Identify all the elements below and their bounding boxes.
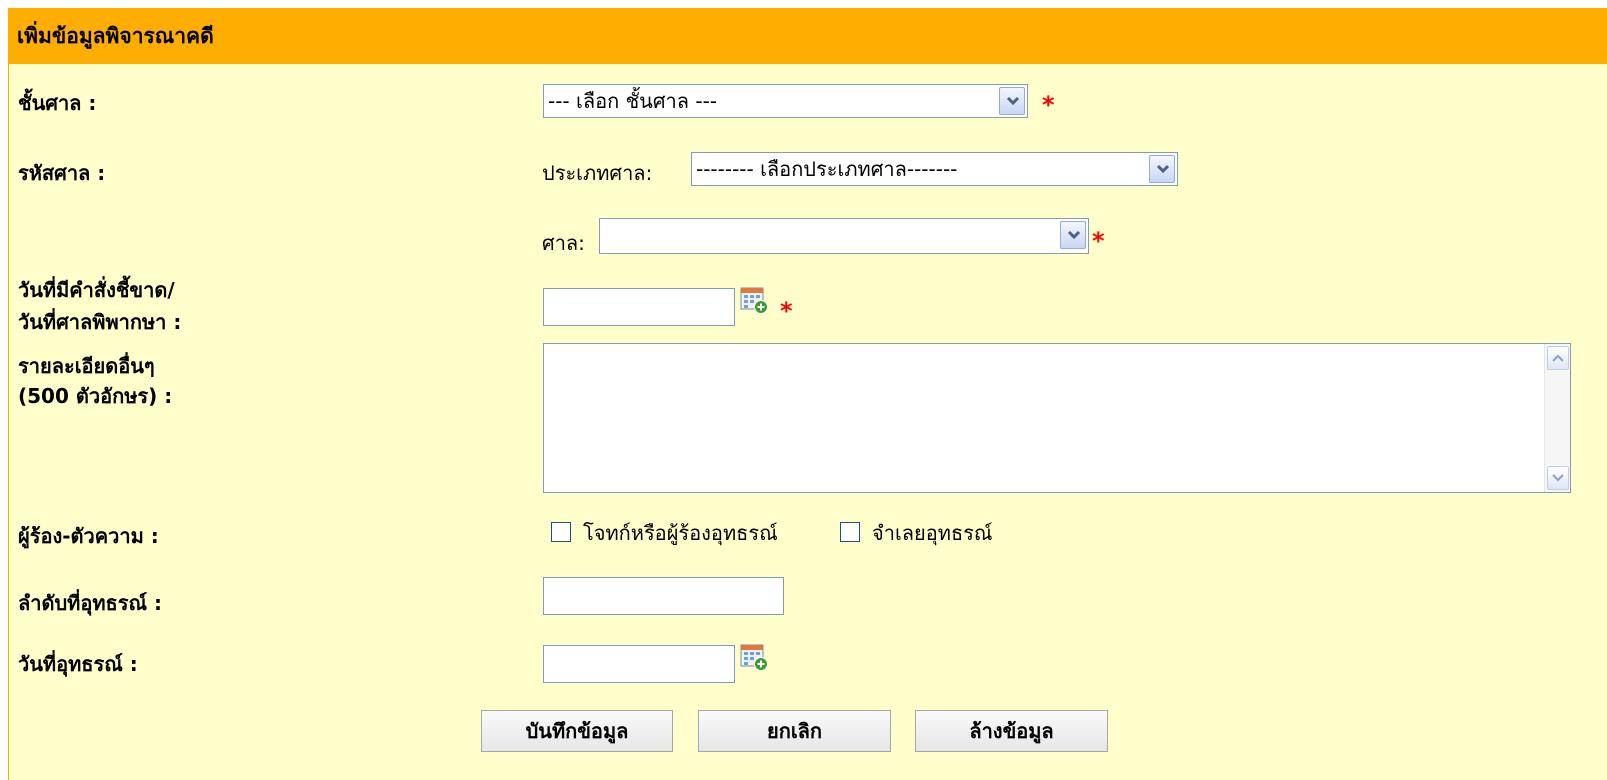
calendar-add-icon[interactable] [739, 285, 769, 315]
details-textarea[interactable] [543, 343, 1571, 493]
order-date-label-line1: วันที่มีคำสั่งชี้ขาด/ [18, 278, 175, 302]
chevron-down-icon[interactable] [999, 87, 1025, 115]
required-mark: * [1092, 227, 1105, 255]
court-type-value: -------- เลือกประเภทศาล------- [696, 157, 958, 181]
court-type-select[interactable]: -------- เลือกประเภทศาล------- [691, 152, 1178, 186]
defendant-appellee-checkbox[interactable] [840, 522, 860, 542]
plaintiff-appellant-checkbox[interactable] [551, 522, 571, 542]
details-label-line2: (500 ตัวอักษร) : [18, 384, 173, 408]
court-level-label: ชั้นศาล : [18, 91, 97, 115]
save-button[interactable]: บันทึกข้อมูล [481, 710, 673, 752]
appeal-number-input[interactable] [543, 577, 784, 615]
required-mark: * [780, 297, 793, 325]
chevron-down-icon[interactable] [1060, 221, 1086, 249]
appeal-number-label: ลำดับที่อุทธรณ์ : [18, 591, 163, 615]
chevron-down-icon[interactable] [1149, 155, 1175, 183]
vertical-scrollbar[interactable] [1544, 344, 1570, 492]
parties-label: ผู้ร้อง-ตัวความ : [18, 524, 159, 548]
court-select[interactable] [599, 218, 1089, 254]
scroll-up-icon[interactable] [1547, 346, 1569, 370]
calendar-add-icon[interactable] [739, 642, 769, 672]
form-title: เพิ่มข้อมูลพิจารณาคดี [9, 9, 1607, 64]
court-code-label: รหัสศาล : [18, 161, 106, 185]
appeal-date-input[interactable] [543, 645, 735, 683]
court-label: ศาล: [542, 231, 585, 255]
defendant-appellee-label[interactable]: จำเลยอุทธรณ์ [872, 520, 992, 546]
required-mark: * [1042, 91, 1055, 119]
clear-button[interactable]: ล้างข้อมูล [915, 710, 1108, 752]
order-date-label-line2: วันที่ศาลพิพากษา : [18, 310, 182, 334]
court-level-value: --- เลือก ชั้นศาล --- [548, 89, 718, 113]
order-date-input[interactable] [543, 288, 735, 326]
cancel-button[interactable]: ยกเลิก [698, 710, 891, 752]
add-hearing-form: เพิ่มข้อมูลพิจารณาคดี ชั้นศาล : --- เลือ… [8, 8, 1607, 780]
scroll-down-icon[interactable] [1547, 466, 1569, 490]
appeal-date-label: วันที่อุทธรณ์ : [18, 652, 138, 676]
details-label-line1: รายละเอียดอื่นๆ [18, 354, 155, 378]
court-type-label: ประเภทศาล: [542, 161, 653, 185]
plaintiff-appellant-label[interactable]: โจทก์หรือผู้ร้องอุทธรณ์ [583, 520, 778, 546]
court-level-select[interactable]: --- เลือก ชั้นศาล --- [543, 84, 1028, 118]
